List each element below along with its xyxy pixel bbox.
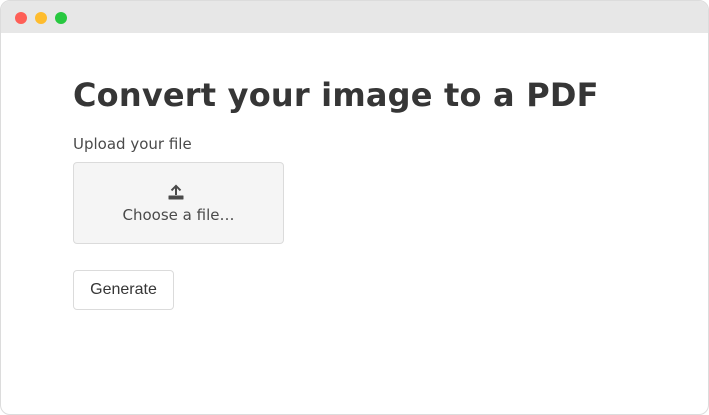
minimize-window-button[interactable]: [35, 12, 47, 24]
close-window-button[interactable]: [15, 12, 27, 24]
title-bar: [1, 1, 708, 33]
app-window: Convert your image to a PDF Upload your …: [0, 0, 709, 415]
maximize-window-button[interactable]: [55, 12, 67, 24]
choose-file-label: Choose a file…: [122, 206, 235, 224]
generate-button[interactable]: Generate: [73, 270, 174, 310]
upload-field-label: Upload your file: [73, 135, 192, 153]
upload-icon: [168, 184, 184, 200]
page-title: Convert your image to a PDF: [73, 76, 599, 114]
main-content: Convert your image to a PDF Upload your …: [73, 73, 673, 310]
file-upload-dropzone[interactable]: Choose a file…: [73, 162, 284, 244]
